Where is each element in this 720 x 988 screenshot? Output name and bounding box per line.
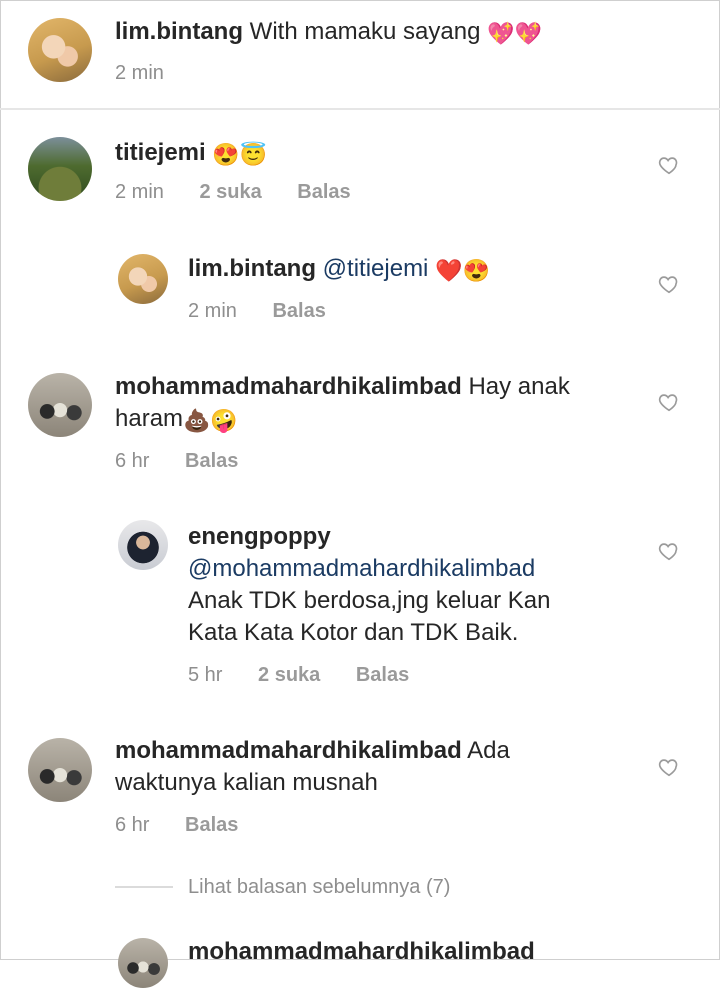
timestamp: 2 min (188, 300, 237, 322)
mention-link[interactable]: @titiejemi (323, 255, 429, 282)
comment-text: mohammadmahardhikalimbad Ada waktunya ka… (115, 735, 635, 799)
username[interactable]: enengpoppy (188, 523, 331, 550)
avatar[interactable] (28, 738, 92, 802)
comment-text: titiejemi 😍😇 (115, 137, 635, 171)
reply-body-line2: Kata Kata Kotor dan TDK Baik. (188, 619, 519, 646)
avatar[interactable] (28, 137, 92, 201)
reply-button[interactable]: Balas (185, 813, 238, 837)
likes-count[interactable]: 2 suka (258, 663, 320, 687)
reply-button[interactable]: Balas (272, 299, 325, 323)
replies-divider (115, 886, 173, 888)
reply-button[interactable]: Balas (356, 663, 409, 687)
avatar[interactable] (118, 254, 168, 304)
comment-body: Ada (467, 737, 510, 764)
reply-body: Anak TDK berdosa,jng keluar Kan (188, 587, 551, 614)
reply-button[interactable]: Balas (297, 180, 350, 204)
avatar[interactable] (118, 938, 168, 988)
comment-text: mohammadmahardhikalimbad Hay anak haram💩… (115, 371, 635, 437)
comment-meta: 6 hr Balas (115, 813, 268, 837)
emoji-reaction: 😍😇 (212, 142, 268, 167)
emoji-reaction: 💩🤪 (183, 408, 238, 433)
heart-icon[interactable] (658, 391, 680, 413)
reply-meta: 5 hr 2 suka Balas (188, 663, 439, 687)
comment-meta: 6 hr Balas (115, 449, 268, 473)
likes-count[interactable]: 2 suka (199, 180, 261, 204)
avatar[interactable] (118, 520, 168, 570)
timestamp: 6 hr (115, 450, 150, 472)
comment-body-line2: haram (115, 405, 184, 432)
username[interactable]: mohammadmahardhikalimbad (115, 373, 462, 400)
username[interactable]: mohammadmahardhikalimbad (188, 938, 535, 965)
username[interactable]: lim.bintang (188, 255, 316, 282)
comment-meta: 2 min 2 suka Balas (115, 180, 381, 204)
heart-icon[interactable] (658, 540, 680, 562)
post-caption: lim.bintang With mamaku sayang 💖💖 2 min (0, 0, 720, 110)
emoji-reaction: ❤️😍 (435, 258, 490, 283)
caption-text: lim.bintang With mamaku sayang 💖💖 (115, 16, 695, 50)
username[interactable]: lim.bintang (115, 18, 243, 45)
reply-text: lim.bintang @titiejemi ❤️😍 (188, 253, 638, 287)
username[interactable]: titiejemi (115, 139, 206, 166)
heart-icon[interactable] (658, 756, 680, 778)
comment-body: Hay anak (468, 373, 570, 400)
hearts-emoji: 💖💖 (487, 21, 542, 46)
reply-meta: 2 min Balas (188, 299, 356, 323)
view-previous-replies-link[interactable]: Lihat balasan sebelumnya (7) (188, 874, 450, 900)
username[interactable]: mohammadmahardhikalimbad (115, 737, 462, 764)
avatar[interactable] (28, 373, 92, 437)
reply-text: enengpoppy @mohammadmahardhikalimbad Ana… (188, 521, 648, 649)
timestamp: 2 min (115, 181, 164, 203)
timestamp: 2 min (115, 62, 164, 84)
reply-text: mohammadmahardhikalimbad (188, 936, 648, 968)
timestamp: 5 hr (188, 664, 223, 686)
reply-button[interactable]: Balas (185, 449, 238, 473)
mention-link[interactable]: @mohammadmahardhikalimbad (188, 555, 535, 582)
caption-meta: 2 min (115, 61, 194, 85)
caption-body: With mamaku sayang (249, 18, 481, 45)
comment-body-line2: waktunya kalian musnah (115, 769, 378, 796)
avatar[interactable] (28, 18, 92, 82)
timestamp: 6 hr (115, 814, 150, 836)
heart-icon[interactable] (658, 273, 680, 295)
heart-icon[interactable] (658, 154, 680, 176)
